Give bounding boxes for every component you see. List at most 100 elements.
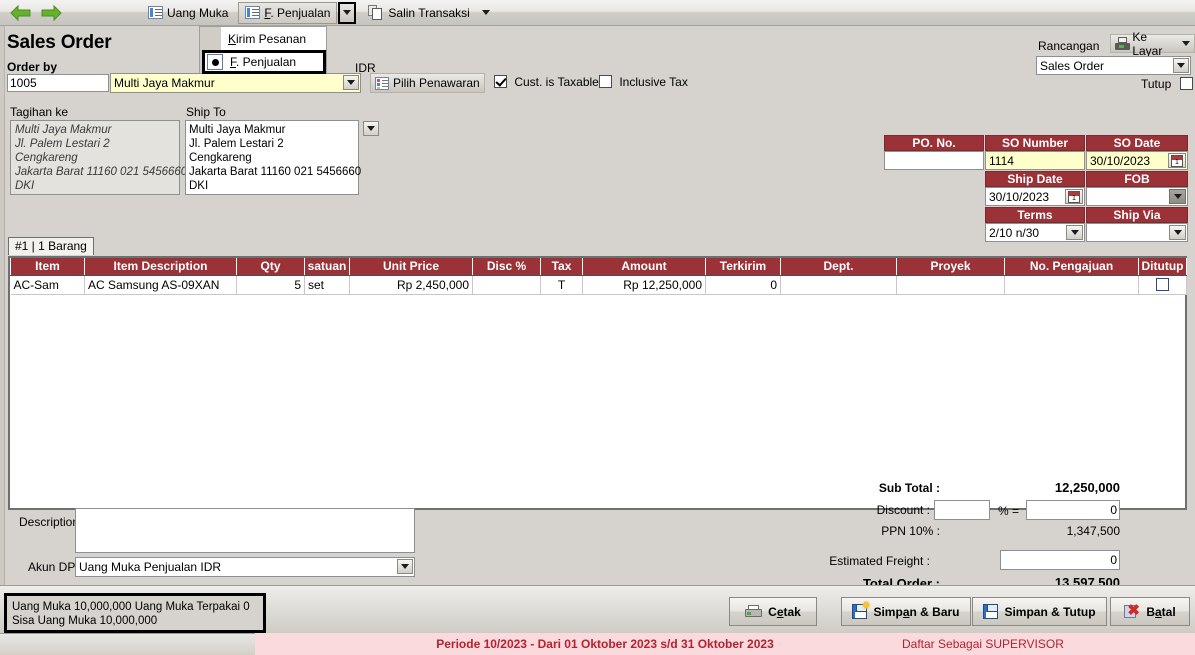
estimated-freight-label: Estimated Freight :	[829, 554, 930, 568]
ship-date-field[interactable]: 30/10/2023	[985, 187, 1085, 206]
so-date-value: 30/10/2023	[1090, 153, 1151, 168]
cell-qty[interactable]: 5	[236, 275, 305, 295]
table-row[interactable]: AC-Sam AC Samsung AS-09XAN 5 set Rp 2,45…	[10, 275, 1187, 295]
toolbar-item-label: Uang Muka	[167, 5, 229, 20]
col-tax[interactable]: Tax	[540, 258, 583, 276]
col-dept[interactable]: Dept.	[780, 258, 897, 276]
tab-barang[interactable]: #1 | 1 Barang	[8, 237, 94, 255]
ship-to-dropdown[interactable]	[359, 120, 381, 139]
col-unit-price[interactable]: Unit Price	[349, 258, 473, 276]
tutup-checkbox[interactable]: Tutup	[1141, 77, 1193, 91]
ship-to-address[interactable]: Multi Jaya Makmur Jl. Palem Lestari 2 Ce…	[185, 120, 361, 195]
so-date-field[interactable]: 30/10/2023	[1086, 151, 1188, 170]
line-items-grid: Item Item Description Qty satuan Unit Pr…	[8, 256, 1187, 510]
col-item[interactable]: Item	[10, 258, 85, 276]
po-no-field[interactable]	[884, 151, 984, 170]
order-by-code-input[interactable]	[7, 74, 109, 92]
ke-layar-button[interactable]: Ke Layar	[1110, 30, 1195, 58]
rancangan-combo[interactable]: Sales Order	[1036, 56, 1191, 75]
f-penjualan-dropdown-menu: Kirim Pesanan F. Penjualan	[199, 26, 327, 74]
toolbar-item-uang-muka[interactable]: Uang Muka	[142, 2, 234, 24]
percent-equals-label: % =	[998, 504, 1020, 518]
inclusive-tax-checkbox[interactable]: Inclusive Tax	[599, 75, 688, 89]
chevron-down-icon[interactable]	[1173, 58, 1189, 73]
chevron-down-icon[interactable]	[481, 10, 490, 15]
menu-item-f-penjualan[interactable]: F. Penjualan	[202, 50, 326, 74]
estimated-freight-input[interactable]	[1000, 550, 1120, 570]
customer-combo-value: Multi Jaya Makmur	[114, 76, 215, 90]
list-document-icon	[375, 76, 389, 90]
col-qty[interactable]: Qty	[236, 258, 305, 276]
bill-to-label: Tagihan ke	[10, 105, 69, 119]
col-ditutup[interactable]: Ditutup	[1138, 258, 1187, 276]
col-satuan[interactable]: satuan	[304, 258, 350, 276]
cell-ditutup[interactable]	[1138, 275, 1187, 295]
customer-combo[interactable]: Multi Jaya Makmur	[110, 73, 361, 93]
calendar-icon[interactable]	[1065, 189, 1083, 204]
so-number-field[interactable]: 1114	[985, 151, 1085, 170]
pilih-penawaran-button[interactable]: Pilih Penawaran	[370, 73, 485, 93]
cell-proyek[interactable]	[896, 275, 1005, 295]
cell-tax[interactable]: T	[540, 275, 583, 295]
col-disc-percent[interactable]: Disc %	[472, 258, 541, 276]
cetak-button[interactable]: Cetak	[729, 597, 817, 626]
terms-value: 2/10 n/30	[989, 225, 1040, 240]
menu-item-label: Kirim Pesanan	[228, 31, 307, 46]
arrow-right-icon[interactable]	[38, 3, 64, 23]
list-document-icon	[148, 6, 163, 19]
tutup-label: Tutup	[1141, 77, 1172, 91]
cell-unit-price[interactable]: Rp 2,450,000	[349, 275, 473, 295]
left-scroll-gutter	[0, 26, 5, 629]
menu-item-kirim-pesanan[interactable]: Kirim Pesanan	[221, 27, 328, 50]
radio-selected-icon	[207, 54, 223, 70]
toolbar-split-dropdown-button[interactable]	[338, 1, 357, 24]
chevron-down-icon[interactable]	[397, 559, 413, 574]
batal-button[interactable]: ✖ Batal	[1110, 597, 1190, 626]
chevron-down-icon[interactable]	[1169, 225, 1186, 240]
cell-amount[interactable]: Rp 12,250,000	[582, 275, 706, 295]
col-proyek[interactable]: Proyek	[896, 258, 1005, 276]
sales-order-form: Sales Order Order by Multi Jaya Makmur I…	[0, 26, 1195, 629]
calendar-icon[interactable]	[1168, 153, 1186, 168]
ke-layar-label: Ke Layar	[1132, 29, 1163, 58]
ditutup-checkbox[interactable]	[1156, 277, 1169, 291]
cell-satuan[interactable]: set	[304, 275, 350, 295]
ship-via-field[interactable]	[1086, 223, 1188, 242]
cell-item[interactable]: AC-Sam	[10, 275, 85, 295]
chevron-down-icon[interactable]	[1169, 189, 1186, 204]
cell-item-description[interactable]: AC Samsung AS-09XAN	[84, 275, 237, 295]
pilih-penawaran-label: Pilih Penawaran	[393, 76, 480, 90]
printer-icon	[1115, 37, 1130, 50]
save-new-icon: ✹	[852, 601, 871, 619]
chevron-down-icon[interactable]	[343, 75, 359, 90]
arrow-left-icon[interactable]	[8, 3, 34, 23]
toolbar-item-f-penjualan[interactable]: F. Penjualan	[238, 1, 338, 24]
chevron-down-icon[interactable]	[1066, 225, 1083, 240]
cell-dept[interactable]	[780, 275, 897, 295]
description-textarea[interactable]	[75, 508, 415, 553]
simpan-tutup-button[interactable]: Simpan & Tutup	[972, 597, 1107, 626]
terms-field[interactable]: 2/10 n/30	[985, 223, 1085, 242]
col-no-pengajuan[interactable]: No. Pengajuan	[1004, 258, 1139, 276]
grid-tabstrip: #1 | 1 Barang	[8, 237, 94, 255]
discount-amount-input[interactable]	[1026, 500, 1120, 520]
toolbar-item-salin-transaksi[interactable]: Salin Transaksi	[362, 2, 495, 24]
cell-no-pengajuan	[1004, 275, 1139, 295]
akun-dp-combo[interactable]: Uang Muka Penjualan IDR	[75, 557, 415, 577]
ppn-label: PPN 10% :	[881, 524, 940, 538]
ship-date-value: 30/10/2023	[989, 189, 1050, 204]
cell-disc-percent[interactable]	[472, 275, 541, 295]
col-item-description[interactable]: Item Description	[84, 258, 237, 276]
toolbar-item-label: Salin Transaksi	[388, 5, 470, 20]
col-amount[interactable]: Amount	[582, 258, 706, 276]
fob-field[interactable]	[1086, 187, 1188, 206]
dp-line-2: Sisa Uang Muka 10,000,000	[12, 615, 158, 627]
col-terkirim[interactable]: Terkirim	[705, 258, 781, 276]
checkbox-box	[599, 75, 612, 88]
chevron-down-icon[interactable]	[1182, 41, 1190, 46]
cust-is-taxable-checkbox[interactable]: Cust. is Taxable	[494, 75, 599, 89]
discount-percent-input[interactable]	[934, 500, 990, 520]
simpan-baru-button[interactable]: ✹ Simpan & Baru	[841, 597, 971, 626]
chevron-down-icon[interactable]	[363, 121, 379, 136]
ship-to-label: Ship To	[186, 105, 226, 119]
